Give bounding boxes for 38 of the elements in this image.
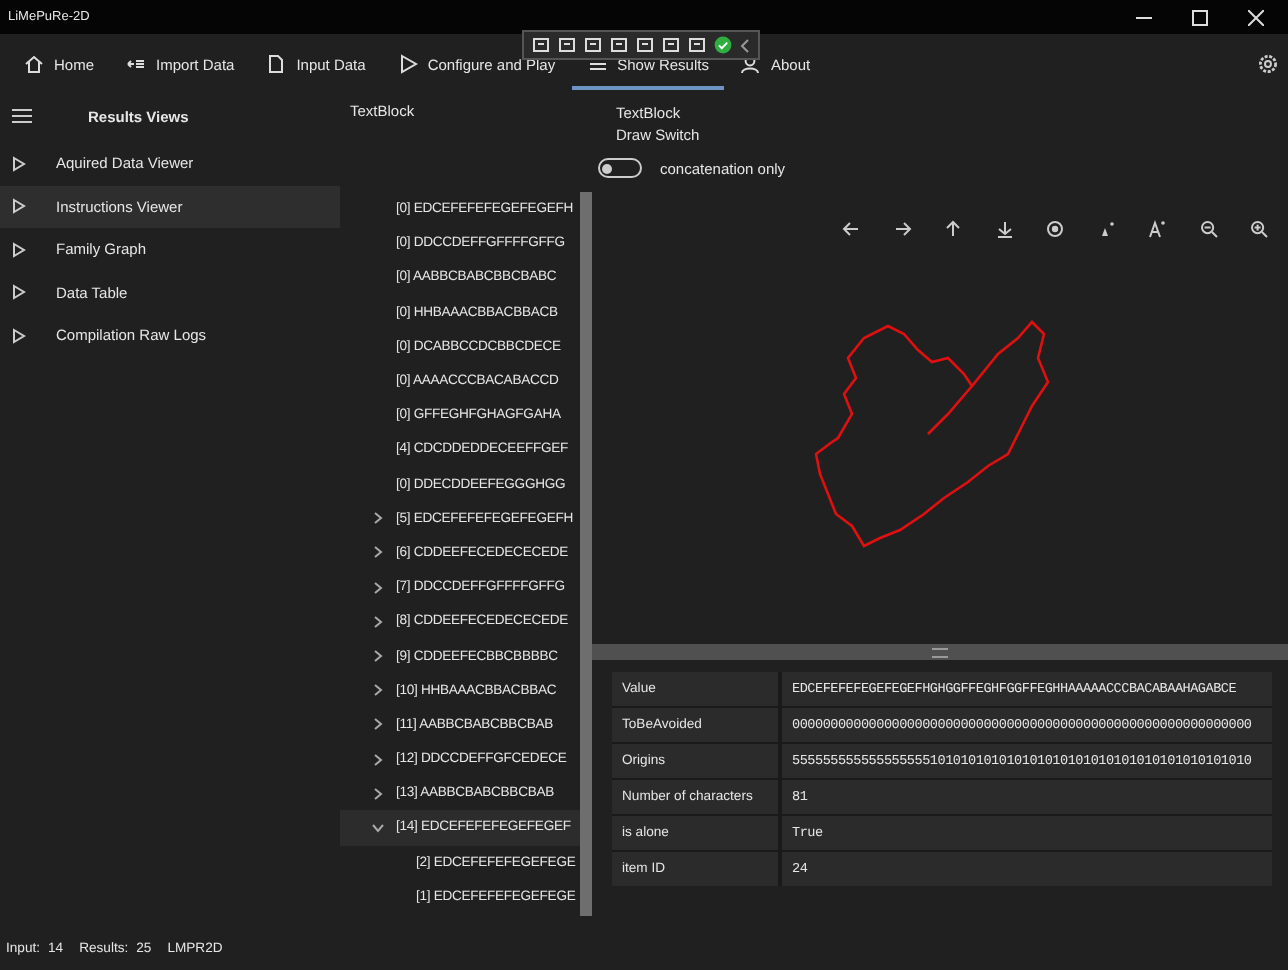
chevron-right-icon[interactable] [372, 581, 384, 594]
play-icon [12, 198, 26, 215]
cone-icon[interactable] [1097, 220, 1115, 238]
left-arrow-icon[interactable] [842, 220, 860, 238]
chevron-down-icon[interactable] [372, 821, 384, 834]
chevron-icon[interactable] [740, 37, 750, 53]
zoom-out-icon[interactable] [1199, 220, 1217, 238]
chevron-right-icon[interactable] [372, 718, 384, 731]
chevron-right-icon[interactable] [372, 512, 384, 525]
play-icon [12, 155, 26, 172]
page-icon [266, 54, 287, 74]
zoom-in-icon[interactable] [1250, 220, 1268, 238]
chevron-right-icon[interactable] [372, 787, 384, 800]
home-icon [24, 54, 44, 74]
play-icon [12, 327, 26, 344]
letter-cone-icon[interactable] [1148, 220, 1166, 238]
chevron-right-icon[interactable] [372, 650, 384, 663]
chevron-right-icon[interactable] [372, 684, 384, 697]
play-icon [12, 284, 26, 301]
import-icon [126, 54, 147, 74]
right-arrow-icon[interactable] [893, 220, 911, 238]
maximize-icon[interactable] [1192, 9, 1208, 25]
play-icon [397, 54, 418, 74]
chevron-right-icon[interactable] [372, 615, 384, 628]
toggle-switch[interactable] [598, 158, 642, 178]
person-icon [740, 54, 761, 74]
scrollbar[interactable] [580, 192, 592, 916]
down-arrow-icon[interactable] [995, 220, 1013, 238]
splitter-handle[interactable] [592, 644, 1288, 660]
close-icon[interactable] [1248, 9, 1264, 25]
up-arrow-icon[interactable] [944, 220, 962, 238]
chevron-right-icon[interactable] [372, 546, 384, 559]
check-icon[interactable] [714, 36, 732, 54]
chevron-right-icon[interactable] [372, 753, 384, 766]
target-icon[interactable] [1046, 220, 1064, 238]
play-icon [12, 241, 26, 258]
settings-icon[interactable] [1258, 54, 1278, 74]
menu-icon[interactable] [12, 108, 32, 124]
